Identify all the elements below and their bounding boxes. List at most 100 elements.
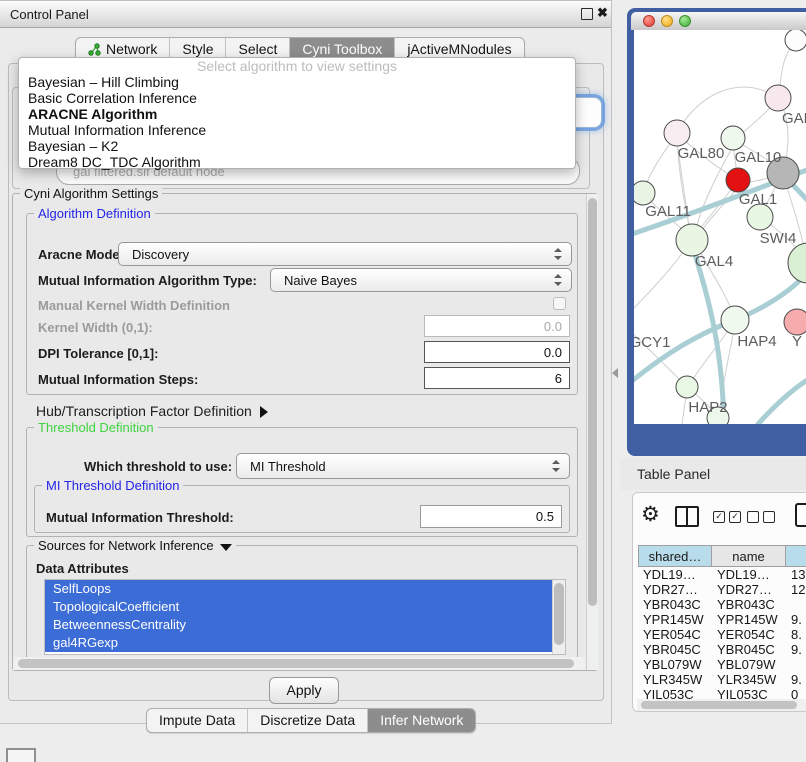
sources-group-title[interactable]: Sources for Network Inference <box>34 538 236 553</box>
manual-kernel-width-label: Manual Kernel Width Definition <box>38 298 230 313</box>
node-label: GAL2 <box>782 110 806 127</box>
network-canvas[interactable]: GAL2 GAL80 GAL10 GAL1 SWI4 GAL11 GAL4 GC… <box>634 30 806 424</box>
table-row[interactable]: YLR345W YLR345W 9. <box>638 672 806 687</box>
table-header-row: shared… name <box>638 545 806 567</box>
table-row[interactable]: YBR043C YBR043C <box>638 597 806 612</box>
attribute-item[interactable]: BetweennessCentrality <box>45 616 553 634</box>
mi-threshold-input[interactable]: 0.5 <box>420 505 562 528</box>
node-gal4[interactable] <box>676 224 708 256</box>
apply-button[interactable]: Apply <box>269 677 339 704</box>
mi-steps-label: Mutual Information Steps: <box>38 372 198 387</box>
mi-steps-input[interactable]: 6 <box>424 367 570 389</box>
aracne-mode-combo[interactable]: Discovery <box>118 242 572 266</box>
table-panel-card: ⚙ ✓✓ shared… name YDL19… YDL19… 13 YDR27… <box>632 492 806 712</box>
network-view-window[interactable]: GAL2 GAL80 GAL10 GAL1 SWI4 GAL11 GAL4 GC… <box>627 8 806 456</box>
data-attributes-list[interactable]: SelfLoops TopologicalCoefficient Between… <box>44 579 566 655</box>
dropdown-placeholder: Select algorithm to view settings <box>19 58 575 74</box>
deselect-all-checkboxes-icon[interactable] <box>747 511 775 523</box>
which-threshold-combo[interactable]: MI Threshold <box>236 453 570 479</box>
attribute-list-scrollbar[interactable] <box>552 580 565 654</box>
node-hap2[interactable] <box>676 376 698 398</box>
threshold-definition-title: Threshold Definition <box>34 420 158 435</box>
settings-group-title: Cyni Algorithm Settings <box>20 186 162 201</box>
stepper-icon <box>554 248 562 260</box>
node-label: GAL1 <box>739 191 777 208</box>
manual-kernel-width-checkbox[interactable] <box>553 297 566 310</box>
mi-threshold-group-title: MI Threshold Definition <box>42 478 183 493</box>
aracne-mode-value: Discovery <box>132 247 189 262</box>
hub-section-toggle[interactable]: Hub/Transcription Factor Definition <box>36 403 268 419</box>
node[interactable] <box>788 243 806 283</box>
attribute-item[interactable]: SelfLoops <box>45 580 553 598</box>
algorithm-dropdown-list: Select algorithm to view settings Bayesi… <box>18 57 576 169</box>
table-row[interactable]: YBL079W YBL079W <box>638 657 806 672</box>
tab-impute-data[interactable]: Impute Data <box>147 709 247 732</box>
dpi-tolerance-input[interactable]: 0.0 <box>424 341 570 363</box>
mi-type-value: Naive Bayes <box>284 273 357 288</box>
splitter-collapse-icon[interactable] <box>612 368 618 378</box>
table-panel-strip: Table Panel <box>620 458 806 490</box>
zoom-traffic-light-icon[interactable] <box>679 15 691 27</box>
expand-arrow-icon[interactable] <box>260 406 268 418</box>
node-label: Y <box>792 333 802 350</box>
node[interactable] <box>785 30 806 51</box>
document-icon[interactable] <box>795 503 806 527</box>
tab-discretize-data[interactable]: Discretize Data <box>247 709 367 732</box>
collapse-arrow-icon[interactable] <box>220 544 232 551</box>
table-horizontal-scrollbar[interactable] <box>637 699 806 711</box>
split-columns-icon[interactable] <box>675 506 699 527</box>
control-panel-title: Control Panel <box>10 7 89 22</box>
node-gal2[interactable] <box>765 85 791 111</box>
node-gal10[interactable] <box>721 126 745 150</box>
node-gal1[interactable] <box>726 168 750 192</box>
stepper-icon <box>552 460 560 472</box>
screen: Control Panel ✖ Network Style Select Cyn… <box>0 0 806 762</box>
network-icon <box>88 43 101 56</box>
gear-icon[interactable]: ⚙ <box>641 504 660 525</box>
dropdown-item[interactable]: Basic Correlation Inference <box>19 90 575 106</box>
dropdown-item-aracne[interactable]: ARACNE Algorithm <box>19 106 575 122</box>
column-header-name[interactable]: name <box>712 545 786 567</box>
close-icon[interactable]: ✖ <box>597 5 608 21</box>
settings-vertical-scrollbar[interactable] <box>586 194 598 670</box>
table-row[interactable]: YDL19… YDL19… 13 <box>638 567 806 582</box>
node-gal11[interactable] <box>634 181 655 205</box>
control-panel-titlebar[interactable]: Control Panel ✖ <box>0 1 611 28</box>
settings-horizontal-scrollbar[interactable] <box>13 657 585 670</box>
which-threshold-value: MI Threshold <box>250 459 326 474</box>
dropdown-item[interactable]: Bayesian – Hill Climbing <box>19 74 575 90</box>
minimized-panel-icon[interactable] <box>6 748 36 762</box>
dropdown-item[interactable]: Mutual Information Inference <box>19 122 575 138</box>
table-panel-title: Table Panel <box>637 466 710 482</box>
attribute-item[interactable]: gal4RGexp <box>45 634 553 652</box>
node-gal80[interactable] <box>664 120 690 146</box>
table-row[interactable]: YBR045C YBR045C 9. <box>638 642 806 657</box>
column-header-shared[interactable]: shared… <box>638 545 712 567</box>
tab-infer-network[interactable]: Infer Network <box>367 709 475 732</box>
dropdown-item[interactable]: Dream8 DC_TDC Algorithm <box>19 154 575 170</box>
table-row[interactable]: YDR27… YDR27… 12 <box>638 582 806 597</box>
table-row[interactable]: YPR145W YPR145W 9. <box>638 612 806 627</box>
mi-type-combo[interactable]: Naive Bayes <box>270 268 572 292</box>
node-label: GAL4 <box>695 253 733 270</box>
node-label: SWI4 <box>760 230 797 247</box>
kernel-width-label: Kernel Width (0,1): <box>38 320 153 335</box>
close-traffic-light-icon[interactable] <box>643 15 655 27</box>
which-threshold-label: Which threshold to use: <box>84 459 232 474</box>
minimize-traffic-light-icon[interactable] <box>661 15 673 27</box>
select-all-checkboxes-icon[interactable]: ✓✓ <box>713 511 741 523</box>
cyni-bottom-tabs: Impute Data Discretize Data Infer Networ… <box>146 708 476 733</box>
dropdown-item[interactable]: Bayesian – K2 <box>19 138 575 154</box>
table-row[interactable]: YER054C YER054C 8. <box>638 627 806 642</box>
float-window-icon[interactable] <box>581 8 593 20</box>
aracne-mode-label: Aracne Mode: <box>38 247 124 262</box>
data-attributes-label: Data Attributes <box>36 561 129 576</box>
column-header-partial[interactable] <box>786 545 806 567</box>
control-panel-window: Control Panel ✖ Network Style Select Cyn… <box>0 0 612 724</box>
network-window-titlebar[interactable] <box>631 12 806 30</box>
node-hap4[interactable] <box>721 306 749 334</box>
node-label: GAL11 <box>645 203 691 220</box>
attribute-item[interactable]: TopologicalCoefficient <box>45 598 553 616</box>
node-salmon[interactable] <box>784 309 806 335</box>
kernel-width-input[interactable]: 0.0 <box>424 315 570 337</box>
